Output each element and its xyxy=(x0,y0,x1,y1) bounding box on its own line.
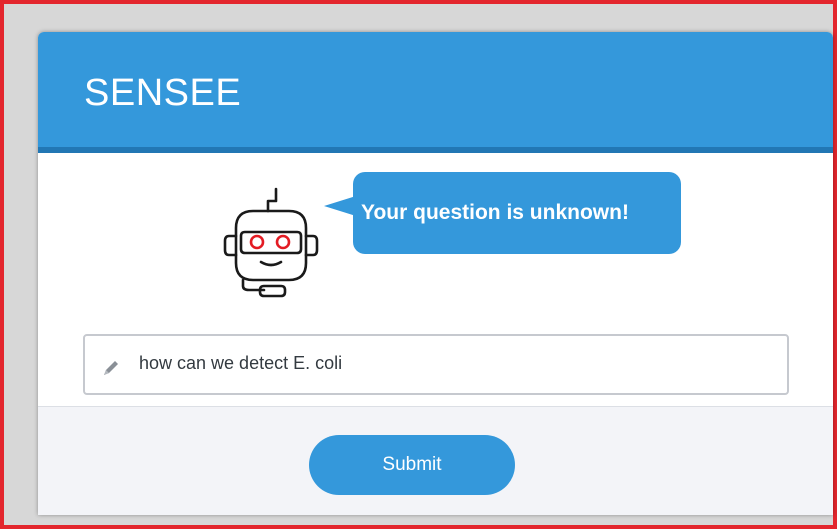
robot-right-eye xyxy=(275,234,291,250)
app-header: SENSEE xyxy=(38,32,833,147)
question-input[interactable]: how can we detect E. coli xyxy=(83,334,789,395)
pencil-icon xyxy=(104,361,118,375)
submit-button[interactable]: Submit xyxy=(309,435,515,495)
question-input-value: how can we detect E. coli xyxy=(139,353,343,373)
card-footer: Submit xyxy=(38,406,833,515)
window-frame: SENSEE Your question is unknown! how can… xyxy=(0,0,837,529)
speech-bubble-tail xyxy=(324,196,356,216)
bot-speech-bubble: Your question is unknown! xyxy=(353,172,681,254)
chat-card: SENSEE Your question is unknown! how can… xyxy=(38,32,833,515)
robot-headset-icon xyxy=(223,187,319,298)
header-divider xyxy=(38,147,833,153)
app-title: SENSEE xyxy=(84,72,242,114)
bot-message: Your question is unknown! xyxy=(361,201,629,224)
robot-left-eye xyxy=(249,234,265,250)
